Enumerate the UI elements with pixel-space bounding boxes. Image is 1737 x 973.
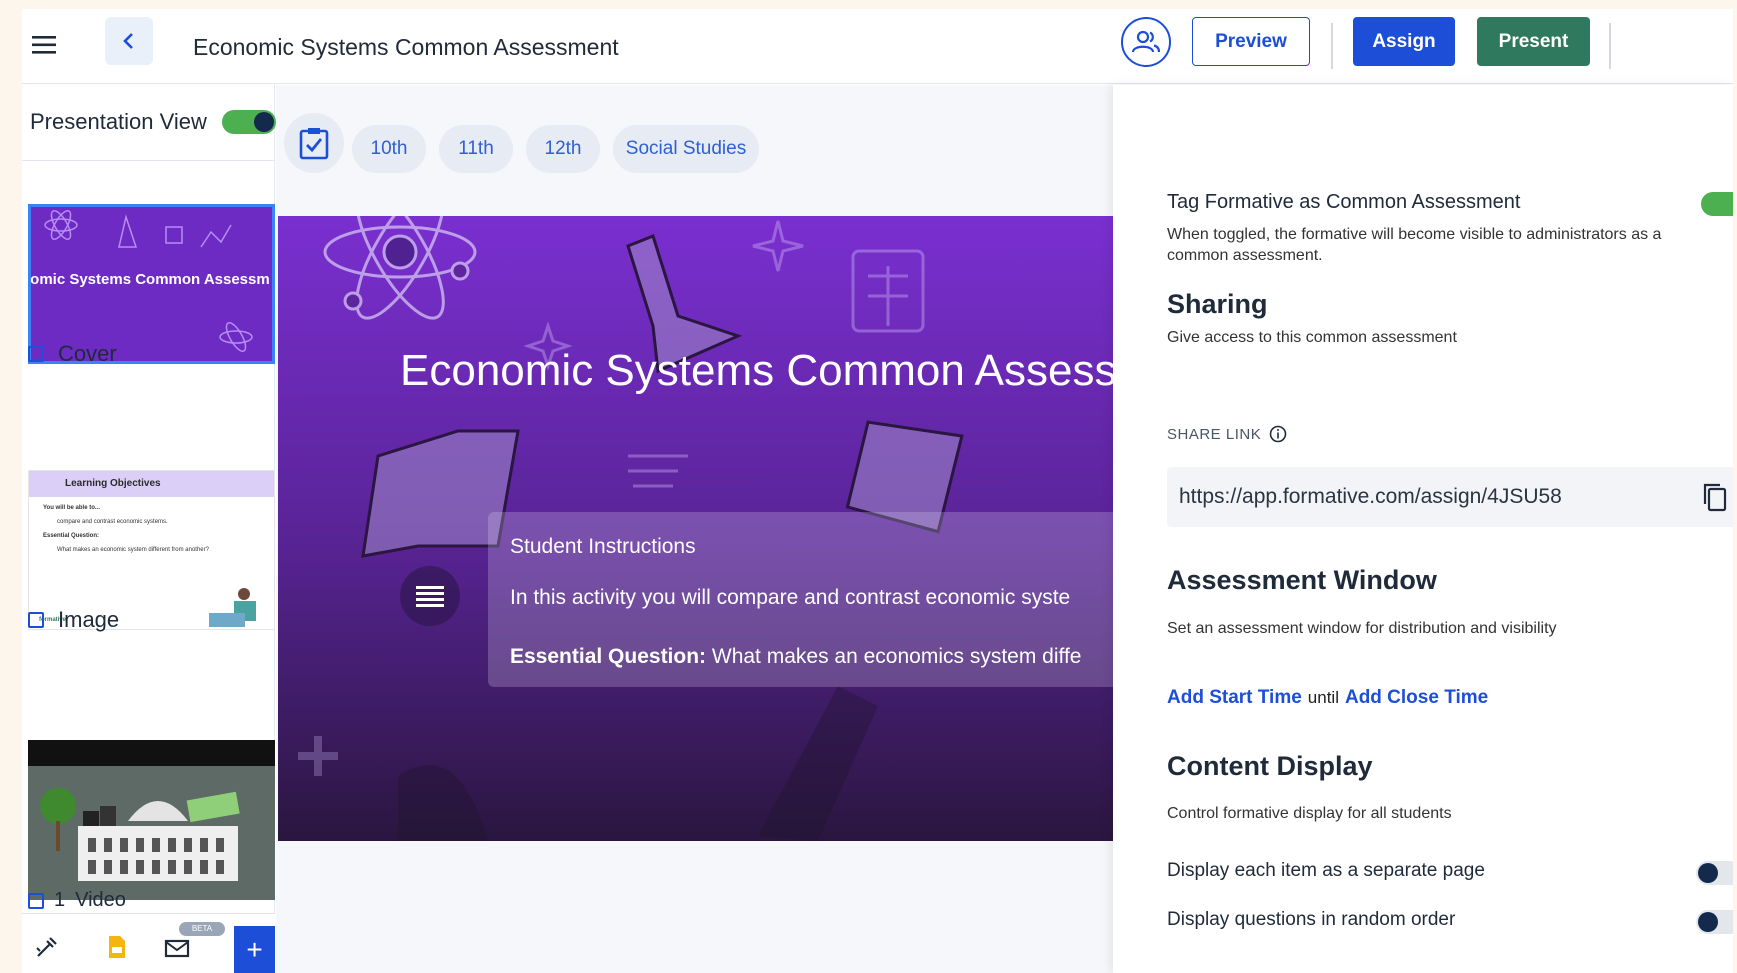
content-display-title: Content Display [1167, 751, 1373, 781]
share-link-label-text: SHARE LINK [1167, 425, 1262, 443]
info-icon[interactable] [1269, 425, 1287, 443]
thumbnail-title: nomic Systems Common Assessm [28, 271, 270, 288]
page-title: Economic Systems Common Assessment [193, 34, 619, 60]
until-text: until [1307, 688, 1339, 707]
add-start-time-link[interactable]: Add Start Time [1167, 687, 1302, 709]
sidebar-toolbar: BETA + [22, 913, 275, 973]
assessment-window-title: Assessment Window [1167, 565, 1437, 595]
back-button[interactable] [105, 17, 153, 65]
magic-pen-icon[interactable] [32, 932, 62, 962]
collaborators-button[interactable] [1121, 17, 1171, 67]
random-order-toggle[interactable] [1696, 910, 1733, 934]
slide-label-video[interactable]: 1 Video [28, 889, 126, 912]
thumbnail-line: What makes an economic system different … [57, 547, 209, 553]
tag-formative-label: Tag Formative as Common Assessment [1167, 191, 1521, 213]
divider [1331, 23, 1333, 69]
tag-formative-description: common assessment. [1167, 247, 1323, 264]
slide-preview[interactable]: Economic Systems Common Assess Student I… [278, 216, 1136, 841]
slides-file-icon[interactable] [102, 932, 132, 962]
thumbnail-title: Learning Objectives [65, 478, 161, 489]
sharing-title: Sharing [1167, 289, 1268, 319]
presentation-view-toggle[interactable] [222, 110, 276, 134]
video-icon [28, 892, 44, 909]
essential-question-text: What makes an economics system diffe [706, 645, 1082, 668]
slide-number: 1 [54, 889, 66, 911]
slide-label-text: Video [75, 889, 126, 911]
divider [1609, 23, 1611, 69]
add-slide-button[interactable]: + [234, 926, 275, 973]
slide-label-text: Cover [58, 341, 117, 366]
tag-chip-12th[interactable]: 12th [526, 125, 600, 173]
preview-button[interactable]: Preview [1192, 17, 1310, 66]
tag-formative-toggle[interactable] [1701, 192, 1733, 216]
assessment-check-button[interactable] [284, 113, 344, 173]
share-link-label: SHARE LINK [1167, 425, 1287, 443]
hamburger-menu-icon[interactable] [30, 31, 60, 59]
assign-button[interactable]: Assign [1353, 17, 1455, 66]
chevron-left-icon [123, 33, 133, 49]
random-order-label: Display questions in random order [1167, 909, 1456, 930]
clipboard-check-icon [299, 128, 329, 160]
content-display-description: Control formative display for all studen… [1167, 805, 1452, 822]
capitol-building-icon [40, 788, 240, 881]
app-window: Economic Systems Common Assessment Previ… [22, 9, 1733, 973]
settings-panel: Tag Formative as Common Assessment When … [1113, 85, 1733, 973]
divider [22, 160, 275, 161]
instructions-heading: Student Instructions [510, 535, 696, 558]
add-close-time-link[interactable]: Add Close Time [1345, 687, 1488, 709]
instructions-text: In this activity you will compare and co… [510, 586, 1071, 609]
presentation-view-label: Presentation View [30, 109, 207, 134]
tag-chip-subject[interactable]: Social Studies [613, 125, 759, 173]
essential-question-label: Essential Question: [510, 645, 707, 668]
assessment-window-description: Set an assessment window for distributio… [1167, 620, 1557, 637]
separate-page-label: Display each item as a separate page [1167, 860, 1485, 881]
slide-canvas-area: 10th 11th 12th Social Studies Economic S… [276, 85, 1136, 973]
text-lines-icon [400, 566, 460, 626]
share-link-url: https://app.formative.com/assign/4JSU58 [1179, 485, 1562, 508]
copy-icon[interactable] [1697, 479, 1733, 515]
mail-icon[interactable] [162, 932, 192, 962]
share-link-field[interactable]: https://app.formative.com/assign/4JSU58 [1167, 467, 1733, 527]
sharing-description: Give access to this common assessment [1167, 329, 1457, 346]
present-button[interactable]: Present [1477, 17, 1590, 66]
beta-badge: BETA [179, 922, 225, 936]
slide-label-cover[interactable]: Cover [28, 341, 117, 367]
thumbnail-line: compare and contrast economic systems. [57, 519, 168, 525]
assessment-window-controls: Add Start Time until Add Close Time [1167, 687, 1488, 709]
users-icon [1131, 30, 1161, 53]
slide-thumbnail-cover[interactable]: nomic Systems Common Assessm [28, 204, 275, 364]
student-instructions-card: Student Instructions In this activity yo… [488, 512, 1136, 687]
tag-chip-11th[interactable]: 11th [439, 125, 513, 173]
slide-thumbnail-image[interactable]: Learning Objectives You will be able to.… [28, 470, 275, 630]
thumbnail-banner [28, 740, 275, 766]
essential-question: Essential Question: What makes an econom… [510, 645, 1081, 669]
top-header: Economic Systems Common Assessment Previ… [22, 9, 1733, 84]
students-illustration-icon [209, 588, 256, 627]
slide-title: Economic Systems Common Assess [400, 346, 1117, 395]
thumbnail-line: Essential Question: [43, 533, 100, 539]
tag-formative-description: When toggled, the formative will become … [1167, 226, 1662, 243]
image-icon [28, 346, 44, 362]
slide-label-text: Image [58, 607, 120, 632]
separate-page-toggle[interactable] [1696, 861, 1733, 885]
slide-label-image[interactable]: Image [28, 607, 119, 633]
slides-sidebar: Presentation View nomic Systems Common A… [22, 85, 276, 973]
tag-chip-10th[interactable]: 10th [352, 125, 426, 173]
thumbnail-line: You will be able to... [43, 505, 100, 511]
image-icon [28, 612, 44, 628]
slide-thumbnail-video[interactable] [28, 740, 275, 900]
